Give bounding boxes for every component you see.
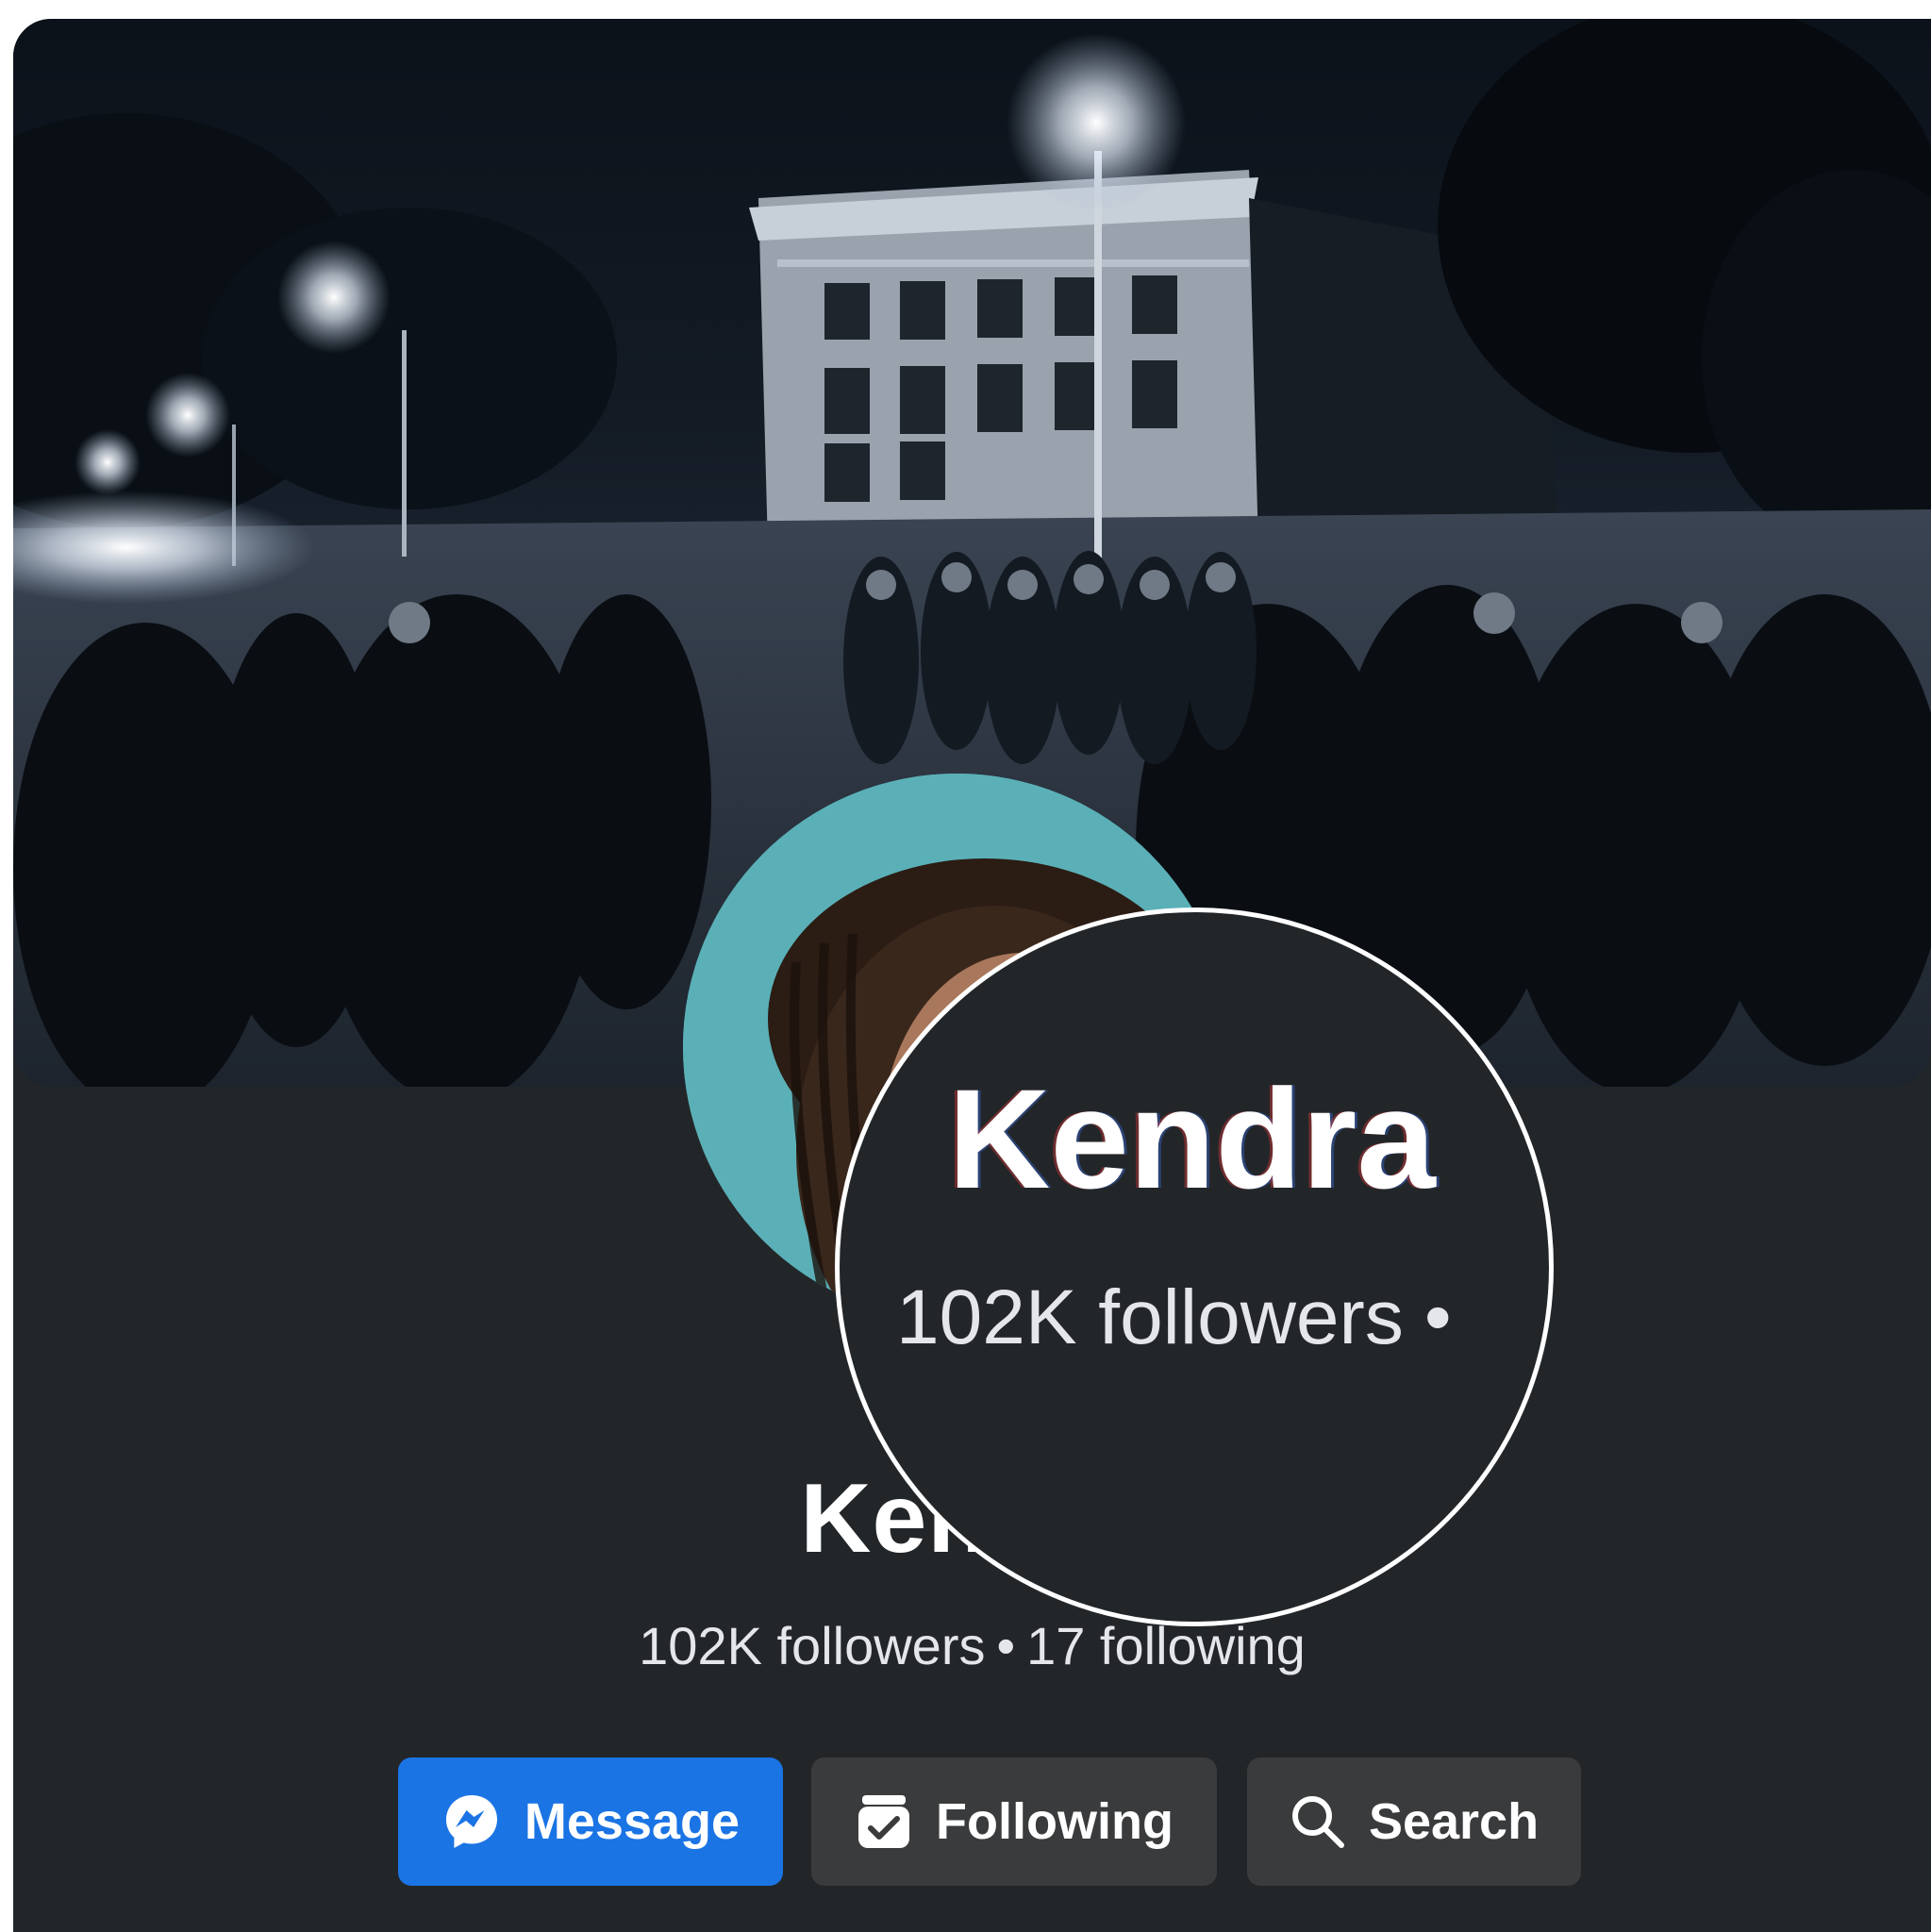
magnified-stats: 102K followers •	[896, 1271, 1452, 1365]
magnifier-cover-edge	[1415, 912, 1549, 986]
profile-panel: Kendra 102K followers•17 following Messa…	[13, 19, 1931, 1932]
screen: Kendra 102K followers•17 following Messa…	[0, 0, 1931, 1932]
magnified-separator: •	[1423, 1274, 1452, 1360]
magnifier-overlay: Kendra 102K followers •	[835, 908, 1554, 1626]
search-button-label: Search	[1368, 1793, 1540, 1850]
following-button-label: Following	[936, 1793, 1174, 1850]
followers-count[interactable]: 102K followers	[639, 1616, 985, 1675]
following-check-icon	[855, 1791, 913, 1852]
stats-separator: •	[996, 1616, 1016, 1675]
magnified-followers: 102K followers	[896, 1274, 1404, 1360]
following-button[interactable]: Following	[811, 1757, 1217, 1886]
search-button[interactable]: Search	[1247, 1757, 1581, 1886]
profile-stats: 102K followers • 17 following	[13, 1613, 1931, 1679]
search-icon	[1290, 1793, 1346, 1850]
message-button-label: Message	[524, 1793, 741, 1850]
message-button[interactable]: Message	[398, 1757, 783, 1886]
messenger-icon	[441, 1791, 502, 1852]
magnified-name: Kendra	[948, 1059, 1436, 1218]
